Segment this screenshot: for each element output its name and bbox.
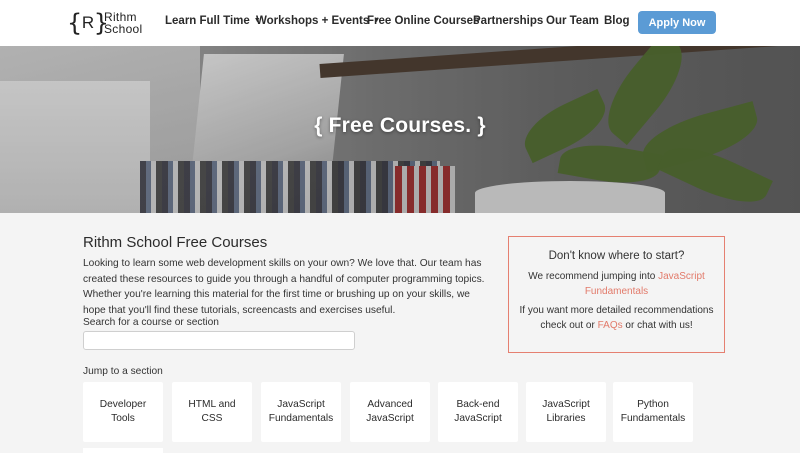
callout-faq-text: If you want more detailed recommendation… — [517, 303, 716, 333]
apply-now-button[interactable]: Apply Now — [638, 11, 716, 34]
nav-workshops-events[interactable]: Workshops + Events ▼ — [256, 15, 380, 27]
section-card-html-css[interactable]: HTML and CSS — [172, 382, 252, 442]
nav-our-team-label: Our Team — [546, 15, 599, 27]
nav-blog[interactable]: Blog — [604, 15, 630, 27]
nav-our-team[interactable]: Our Team — [546, 15, 599, 27]
rithm-school-logo[interactable]: {R} Rithm School — [67, 9, 143, 37]
logo-text: Rithm School — [104, 11, 143, 35]
logo-bracket-left: { — [67, 9, 82, 37]
section-card-python-fundamentals[interactable]: Python Fundamentals — [613, 382, 693, 442]
page-title: Rithm School Free Courses — [83, 234, 268, 251]
top-navigation: {R} Rithm School Learn Full Time ▼ Worksh… — [0, 0, 800, 46]
recommendation-callout: Don't know where to start? We recommend … — [508, 236, 725, 353]
nav-free-online-courses[interactable]: Free Online Courses — [367, 15, 479, 27]
section-card-developer-tools[interactable]: Developer Tools — [83, 382, 163, 442]
search-input[interactable] — [83, 331, 355, 350]
section-card-javascript-libraries[interactable]: JavaScript Libraries — [526, 382, 606, 442]
intro-paragraph: Looking to learn some web development sk… — [83, 258, 485, 316]
nav-partnerships[interactable]: Partnerships — [473, 15, 543, 27]
hero-banner: { Free Courses. } — [0, 46, 800, 213]
logo-bracket-right: } — [94, 9, 109, 37]
nav-workshops-events-label: Workshops + Events — [256, 15, 370, 27]
section-card-javascript-fundamentals[interactable]: JavaScript Fundamentals — [261, 382, 341, 442]
nav-free-online-courses-label: Free Online Courses — [367, 15, 480, 27]
logo-text-line2: School — [104, 22, 143, 36]
section-card-backend-javascript[interactable]: Back-end JavaScript — [438, 382, 518, 442]
callout-recommendation-prefix: We recommend jumping into — [528, 271, 659, 282]
jump-to-section-label: Jump to a section — [83, 366, 163, 377]
search-label: Search for a course or section — [83, 317, 219, 328]
section-card-next-row[interactable] — [83, 448, 163, 453]
nav-blog-label: Blog — [604, 15, 630, 27]
logo-mark-icon: {R} — [67, 10, 108, 36]
callout-recommendation-text: We recommend jumping into JavaScript Fun… — [519, 269, 714, 299]
callout-faq-suffix: or chat with us! — [622, 320, 693, 331]
hero-title: { Free Courses. } — [314, 114, 486, 137]
logo-letter: R — [81, 13, 95, 32]
nav-partnerships-label: Partnerships — [473, 15, 544, 27]
nav-learn-full-time[interactable]: Learn Full Time ▼ — [165, 15, 261, 27]
faqs-link[interactable]: FAQs — [598, 320, 623, 331]
nav-learn-full-time-label: Learn Full Time — [165, 15, 250, 27]
callout-title: Don't know where to start? — [548, 250, 685, 262]
section-card-advanced-javascript[interactable]: Advanced JavaScript — [350, 382, 430, 442]
